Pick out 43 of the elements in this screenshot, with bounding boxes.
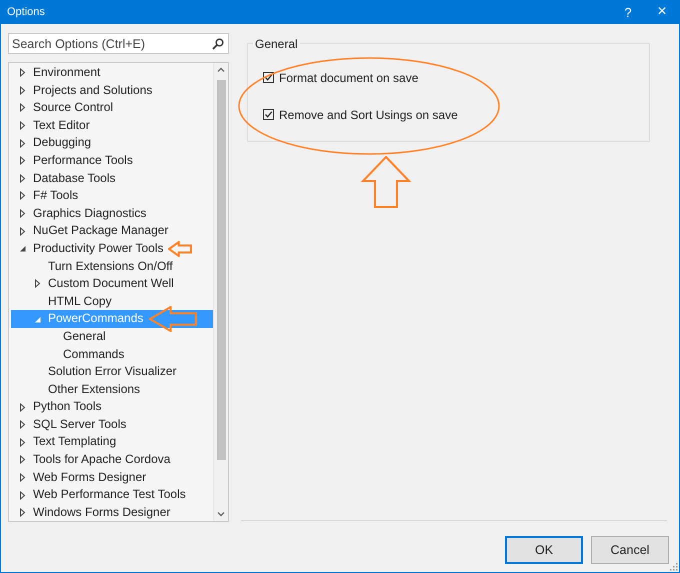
tree-item[interactable]: F# Tools	[11, 187, 213, 205]
dialog-button[interactable]: OK	[505, 536, 583, 564]
scrollbar-thumb[interactable]	[216, 80, 226, 460]
collapse-arrow-icon[interactable]	[18, 244, 27, 254]
expand-arrow-icon[interactable]	[33, 279, 42, 288]
tree-item[interactable]: Solution Error Visualizer	[11, 363, 213, 381]
tree-item[interactable]: SQL Server Tools	[11, 416, 213, 434]
tree-item[interactable]: Commands	[11, 346, 213, 364]
tree-item[interactable]: NuGet Package Manager	[11, 222, 213, 240]
resize-grip-icon[interactable]	[670, 563, 678, 571]
tree-item[interactable]: Database Tools	[11, 170, 213, 188]
tree-item[interactable]: Custom Document Well	[11, 275, 213, 293]
tree-item[interactable]: Turn Extensions On/Off	[11, 258, 213, 276]
tree-item[interactable]: Other Extensions	[11, 380, 213, 398]
tree-item[interactable]: Python Tools	[11, 398, 213, 416]
close-button[interactable]: ×	[645, 0, 679, 24]
scroll-down-icon[interactable]	[217, 512, 225, 518]
tree-item[interactable]: Text Editor	[11, 116, 213, 134]
search-field[interactable]: Search Options (Ctrl+E)	[8, 33, 229, 54]
tree-item[interactable]: Projects and Solutions	[11, 82, 213, 100]
tree-item[interactable]: Performance Tools	[11, 152, 213, 170]
tree-item[interactable]: Text Templating	[11, 433, 213, 452]
tree-item[interactable]: Tools for Apache Cordova	[11, 451, 213, 469]
help-button[interactable]: ?	[611, 0, 645, 24]
scrollbar[interactable]	[213, 63, 228, 522]
tree-item[interactable]: Web Performance Test Tools	[11, 486, 213, 504]
group-title: General	[253, 37, 300, 51]
tree-item[interactable]: Windows Forms Designer	[11, 504, 213, 522]
window-title: Options	[7, 6, 46, 18]
tree-item[interactable]: Debugging	[11, 134, 213, 152]
tree-item[interactable]: Web Forms Designer	[11, 468, 213, 486]
tree-item[interactable]: Graphics Diagnostics	[11, 204, 213, 222]
checkbox[interactable]	[263, 109, 274, 120]
tree-item[interactable]: Productivity Power Tools	[11, 240, 213, 258]
checkbox-label[interactable]: Format document on save	[279, 70, 418, 84]
tree-item[interactable]: HTML Copy	[11, 292, 213, 310]
scroll-up-icon[interactable]	[217, 67, 225, 72]
search-icon[interactable]	[212, 38, 224, 50]
dialog-button[interactable]: Cancel	[591, 536, 669, 564]
tree-item[interactable]: Source Control	[11, 99, 213, 117]
checkbox-label[interactable]: Remove and Sort Usings on save	[279, 108, 458, 122]
tree-item[interactable]: Environment	[11, 64, 213, 82]
tree-item[interactable]: General	[11, 328, 213, 346]
